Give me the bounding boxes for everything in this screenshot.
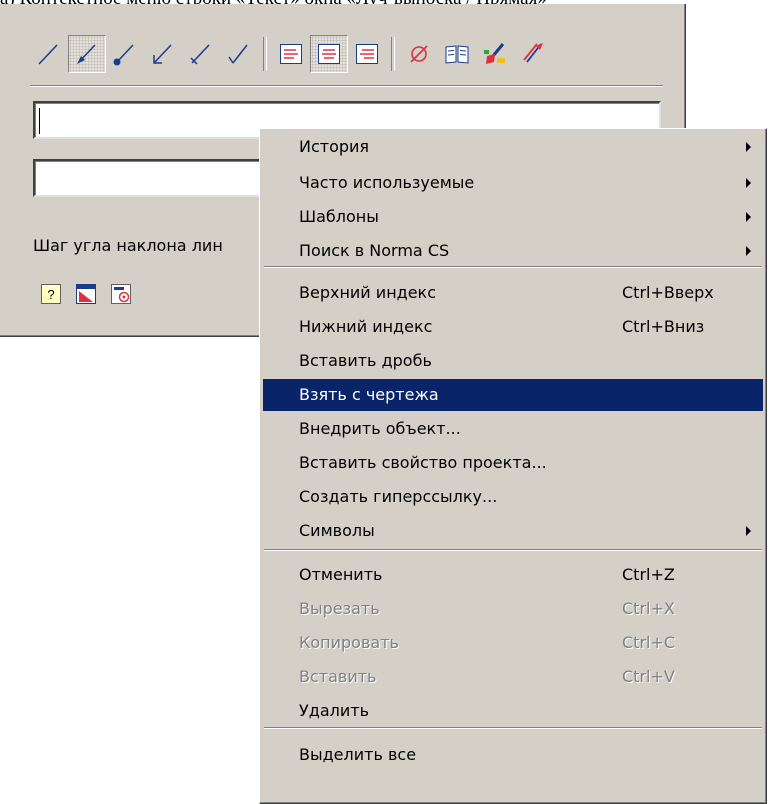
menu-item-label: Часто используемые [299, 173, 475, 192]
text-settings-icon[interactable] [110, 283, 132, 305]
submenu-arrow-icon [746, 212, 751, 222]
menu-item[interactable]: Часто используемые [263, 167, 763, 199]
dot-line-button[interactable] [106, 35, 144, 73]
book-button[interactable] [438, 35, 476, 73]
menu-item-label: Шаблоны [299, 207, 379, 226]
menu-item-label: Внедрить объект... [299, 419, 461, 438]
submenu-arrow-icon [746, 246, 751, 256]
menu-item-label: Взять с чертежа [299, 385, 439, 404]
draw-settings-icon[interactable] [75, 283, 97, 305]
brush-arrow-button[interactable] [514, 35, 552, 73]
menu-item-label: Нижний индекс [299, 317, 433, 336]
brush-icon [484, 43, 505, 64]
tick-line-button[interactable] [182, 35, 220, 73]
menu-item-label: Вырезать [299, 599, 380, 618]
menu-item-label: Верхний индекс [299, 283, 437, 302]
align-right-icon [356, 44, 378, 64]
menu-item-label: Поиск в Norma CS [299, 241, 450, 260]
menu-item[interactable]: Внедрить объект... [263, 413, 763, 445]
submenu-arrow-icon [746, 526, 751, 536]
menu-item[interactable]: Нижний индекс Ctrl+Вниз [263, 311, 763, 343]
toolbar-separator [263, 37, 267, 71]
book-icon [445, 45, 469, 64]
menu-item[interactable]: Шаблоны [263, 201, 763, 233]
check-line-icon [228, 44, 248, 64]
menu-item: Вставить Ctrl+V [263, 661, 763, 693]
text-caret [39, 108, 40, 134]
dot-line-icon [113, 44, 134, 66]
toolbar-separator [391, 37, 395, 71]
align-right-button[interactable] [348, 35, 386, 73]
menu-item-label: Удалить [299, 701, 369, 720]
menu-item-label: Выделить все [299, 745, 417, 764]
menu-item-shortcut: Ctrl+Z [622, 565, 675, 584]
submenu-arrow-icon [746, 178, 751, 188]
menu-item[interactable]: Вставить дробь [263, 345, 763, 377]
menu-item-label: Копировать [299, 633, 399, 652]
angle-step-label: Шаг угла наклона лин [33, 236, 223, 255]
menu-item-label: Вставить [299, 667, 377, 686]
menu-item-shortcut: Ctrl+Вниз [622, 317, 705, 336]
menu-item[interactable]: Символы [263, 515, 763, 547]
menu-item-shortcut: Ctrl+C [622, 633, 676, 652]
align-left-icon [280, 44, 302, 64]
align-center-button[interactable] [310, 35, 348, 73]
tick-line-icon [190, 44, 210, 65]
menu-separator [264, 549, 762, 551]
brush-button[interactable] [476, 35, 514, 73]
submenu-arrow-icon [746, 142, 751, 152]
menu-item-shortcut: Ctrl+X [622, 599, 675, 618]
leader-toolbar [30, 32, 552, 76]
menu-item-label: История [299, 137, 370, 156]
arrow-line-icon [77, 44, 96, 64]
menu-item: Копировать Ctrl+C [263, 627, 763, 659]
panel-icon-row: ? [40, 283, 132, 305]
diameter-symbol-icon [410, 45, 428, 63]
thin-line-button[interactable] [30, 35, 68, 73]
open-arrow-line-icon [153, 44, 172, 64]
svg-text:?: ? [47, 287, 54, 302]
menu-item-label: Отменить [299, 565, 383, 584]
menu-item: Вырезать Ctrl+X [263, 593, 763, 625]
open-arrow-line-button[interactable] [144, 35, 182, 73]
menu-item[interactable]: Удалить [263, 695, 763, 727]
menu-item-label: Вставить дробь [299, 351, 432, 370]
menu-item-label: Символы [299, 521, 375, 540]
menu-separator [264, 727, 762, 729]
align-center-icon [318, 44, 340, 64]
brush-arrow-icon [523, 43, 543, 63]
toolbar-divider [30, 85, 663, 87]
thin-line-icon [38, 44, 58, 65]
diameter-symbol-button[interactable] [400, 35, 438, 73]
menu-item[interactable]: Выделить все [263, 739, 763, 771]
menu-item[interactable]: Создать гиперссылку... [263, 481, 763, 513]
help-icon[interactable]: ? [40, 283, 62, 305]
menu-item-label: Создать гиперссылку... [299, 487, 498, 506]
menu-item[interactable]: История [263, 131, 763, 163]
menu-item[interactable]: Поиск в Norma CS [263, 235, 763, 267]
arrow-line-button[interactable] [68, 35, 106, 73]
menu-item-shortcut: Ctrl+V [622, 667, 675, 686]
menu-item[interactable]: Верхний индекс Ctrl+Вверх [263, 277, 763, 309]
align-left-button[interactable] [272, 35, 310, 73]
menu-item[interactable]: Взять с чертежа [263, 379, 763, 411]
menu-item-shortcut: Ctrl+Вверх [622, 283, 714, 302]
menu-item[interactable]: Отменить Ctrl+Z [263, 559, 763, 591]
menu-item[interactable]: Вставить свойство проекта... [263, 447, 763, 479]
context-menu: История Часто используемые Шаблоны Поиск в … [259, 128, 767, 804]
menu-item-label: Вставить свойство проекта... [299, 453, 547, 472]
check-line-button[interactable] [220, 35, 258, 73]
